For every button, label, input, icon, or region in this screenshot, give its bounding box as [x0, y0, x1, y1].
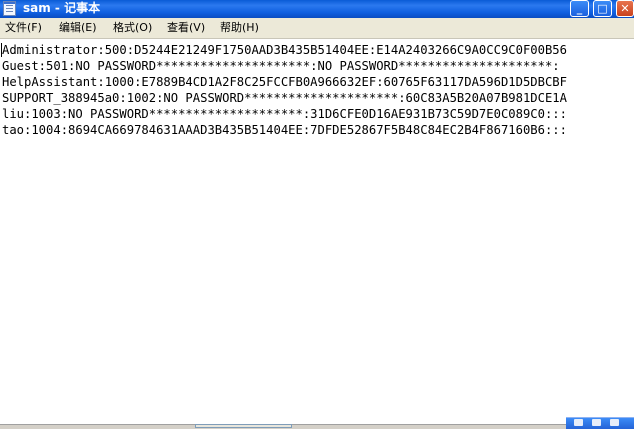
text-line: Guest:501:NO PASSWORD*******************…: [2, 59, 560, 73]
text-line: SUPPORT_388945a0:1002:NO PASSWORD*******…: [2, 91, 567, 105]
minimize-button[interactable]: _: [570, 0, 589, 17]
notepad-icon[interactable]: [3, 1, 16, 16]
maximize-button[interactable]: □: [593, 0, 612, 17]
taskbar-tray[interactable]: [566, 417, 634, 429]
menu-file[interactable]: 文件(F): [5, 21, 42, 35]
horizontal-scrollbar[interactable]: [0, 424, 634, 429]
scrollbar-thumb[interactable]: [195, 424, 292, 428]
notepad-window: sam - 记事本 _ □ ✕ 文件(F) 编辑(E) 格式(O) 查看(V) …: [0, 0, 634, 429]
menu-help[interactable]: 帮助(H): [220, 21, 259, 35]
menu-bar: 文件(F) 编辑(E) 格式(O) 查看(V) 帮助(H): [0, 18, 634, 39]
text-line: tao:1004:8694CA669784631AAAD3B435B51404E…: [2, 123, 567, 137]
tray-icon[interactable]: [592, 419, 601, 426]
text-line: liu:1003:NO PASSWORD********************…: [2, 107, 567, 121]
tray-icon[interactable]: [574, 419, 583, 426]
close-button[interactable]: ✕: [616, 0, 634, 17]
text-line: HelpAssistant:1000:E7889B4CD1A2F8C25FCCF…: [2, 75, 567, 89]
menu-edit[interactable]: 编辑(E): [59, 21, 97, 35]
menu-format[interactable]: 格式(O): [113, 21, 152, 35]
menu-view[interactable]: 查看(V): [167, 21, 205, 35]
text-line: Administrator:500:D5244E21249F1750AAD3B4…: [2, 43, 567, 57]
title-bar[interactable]: sam - 记事本 _ □ ✕: [0, 0, 634, 18]
text-editor[interactable]: Administrator:500:D5244E21249F1750AAD3B4…: [0, 39, 634, 424]
tray-icon[interactable]: [610, 419, 619, 426]
window-title: sam - 记事本: [23, 1, 101, 15]
